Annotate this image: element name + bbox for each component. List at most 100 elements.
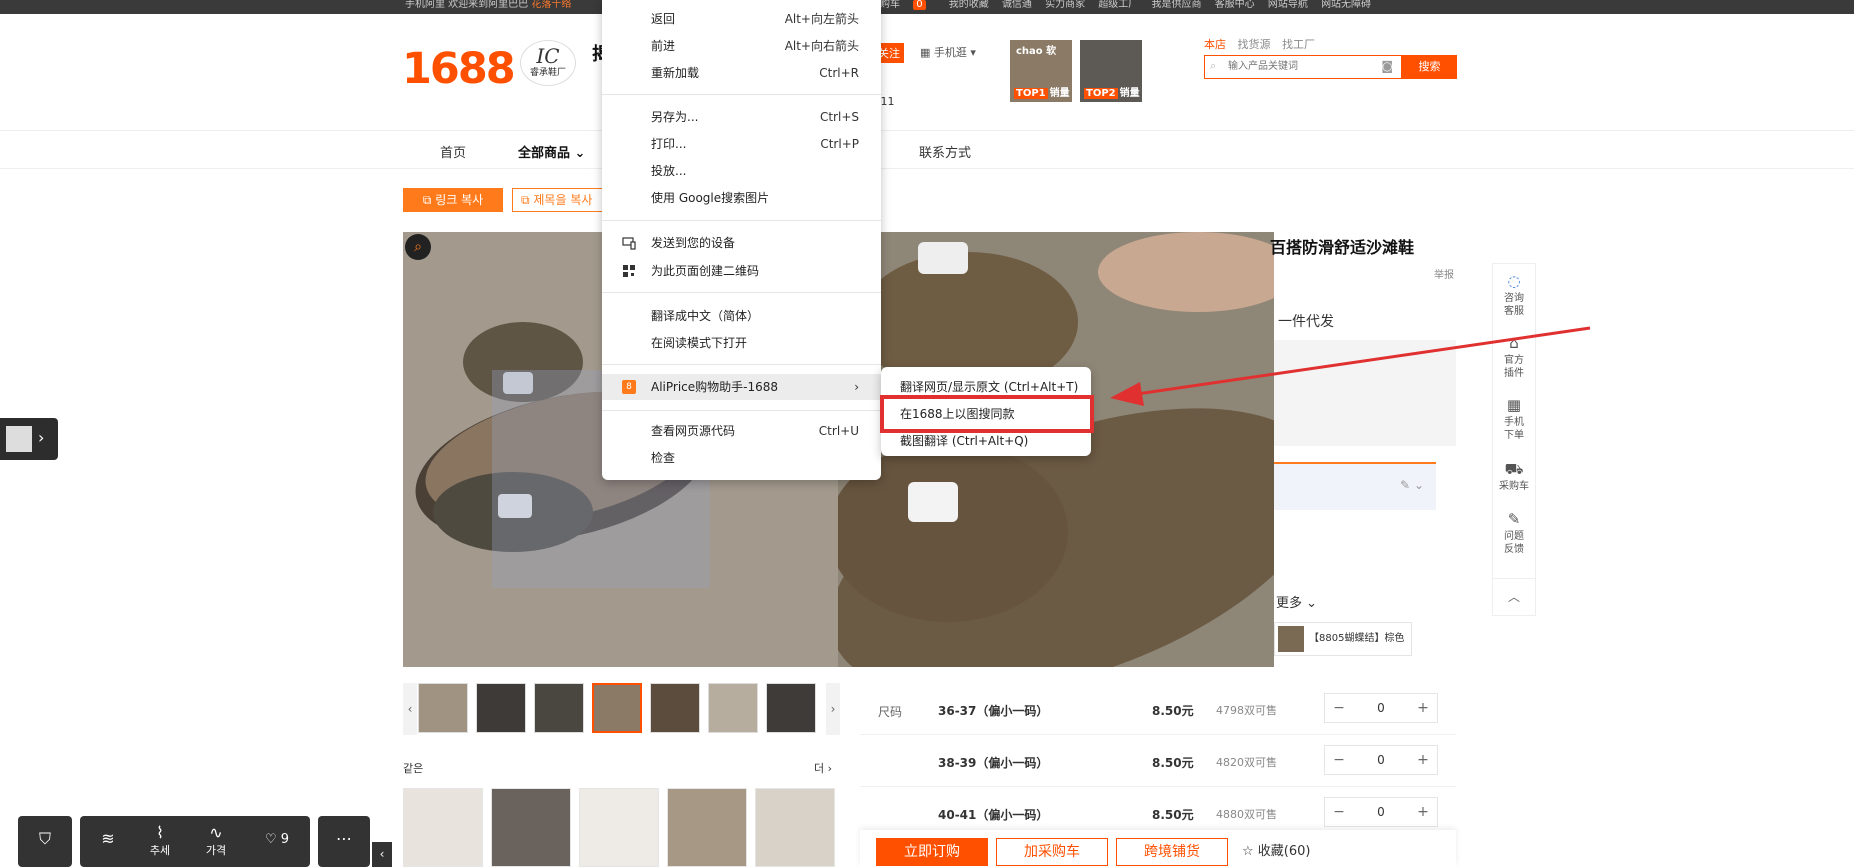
menu-item-reading-mode[interactable]: 在阅读模式下打开 [602, 330, 881, 356]
menu-item-cast[interactable]: 投放... [602, 158, 881, 184]
tool-cart[interactable]: ⛟ 采购车 [1493, 460, 1535, 493]
chevron-right-icon: › [854, 380, 859, 394]
chat-button[interactable]: ⋯ [318, 816, 370, 867]
top-product-2[interactable]: TOP2 销量 [1080, 40, 1142, 102]
layers-button[interactable]: ≋ [90, 830, 126, 848]
menu-item-google-image-search[interactable]: 使用 Google搜索图片 [602, 185, 881, 211]
decrement-button[interactable]: − [1325, 694, 1353, 722]
top-link-factory[interactable]: 超级工厂 [1098, 0, 1138, 10]
buy-now-button[interactable]: 立即订购 [876, 838, 988, 866]
thumbnail[interactable] [650, 683, 700, 733]
top-product-1[interactable]: chao 软 TOP1 销量 [1010, 40, 1072, 102]
search-input[interactable] [1226, 60, 1380, 73]
thumbnail[interactable] [476, 683, 526, 733]
color-option-chip[interactable]: 【8805蝴蝶结】棕色 [1274, 622, 1412, 656]
product-title: 百搭防滑舒适沙滩鞋 [1270, 238, 1415, 257]
menu-item-aliprice[interactable]: 8 AliPrice购物助手-1688 › [602, 374, 881, 400]
site-logo[interactable]: 1688 [402, 44, 516, 94]
increment-button[interactable]: + [1409, 694, 1437, 722]
search-button[interactable]: 搜索 [1402, 55, 1457, 79]
tool-feedback[interactable]: ✎ 问题 反馈 [1493, 510, 1535, 556]
top-bar: 手机阿里 欢迎来到阿里巴巴 花落千络 采购车 0 我的收藏 诚信通 实力商家 超… [0, 0, 1854, 14]
add-to-cart-button[interactable]: 加采购车 [996, 838, 1108, 866]
user-name[interactable]: 花落千络 [531, 0, 571, 10]
layers-icon: ≋ [101, 829, 115, 848]
quantity-input[interactable]: 0 [1353, 694, 1409, 722]
decrement-button[interactable]: − [1325, 798, 1353, 826]
collapse-toolbar-button[interactable]: ‹ [372, 842, 392, 867]
bag-button[interactable]: ⛉ [18, 816, 72, 867]
thumbnail-prev-button[interactable]: ‹ [403, 683, 417, 735]
search-tab-source[interactable]: 找货源 [1238, 38, 1271, 51]
quantity-input[interactable]: 0 [1353, 746, 1409, 774]
qrcode-icon: ▦ [920, 46, 934, 59]
mobile-shop-link[interactable]: ▦ 手机逛 ▾ [920, 44, 976, 60]
menu-item-translate[interactable]: 翻译成中文（简体） [602, 303, 881, 329]
top-badge-1: TOP1 销量 [1014, 88, 1070, 99]
increment-button[interactable]: + [1409, 798, 1437, 826]
report-link[interactable]: 举报 [1434, 266, 1454, 281]
tool-customer-service[interactable]: ◌ 咨询 客服 [1493, 272, 1535, 318]
similar-item[interactable] [667, 788, 747, 867]
cross-border-button[interactable]: 跨境铺货 [1116, 838, 1228, 866]
thumbnail[interactable] [766, 683, 816, 733]
top-link-sitemap[interactable]: 网站导航 [1268, 0, 1308, 10]
nav-divider-bottom [0, 168, 1854, 169]
nav-all-products[interactable]: 全部商品 ⌄ [518, 142, 585, 161]
size-price: 8.50元 [1152, 756, 1194, 770]
menu-item-send-to-device[interactable]: 发送到您的设备 [602, 230, 881, 256]
top-link-merchants[interactable]: 实力商家 [1045, 0, 1085, 10]
increment-button[interactable]: + [1409, 746, 1437, 774]
search-tabs: 本店 找货源 找工厂 [1204, 36, 1323, 52]
trend-button[interactable]: ⌇ 추세 [136, 824, 184, 858]
quantity-input[interactable]: 0 [1353, 798, 1409, 826]
menu-item-create-qr[interactable]: 为此页面创建二维码 [602, 258, 881, 284]
top-link-chengxin[interactable]: 诚信通 [1002, 0, 1032, 10]
menu-item-forward[interactable]: 前进 Alt+向右箭头 [602, 33, 881, 59]
similar-more-link[interactable]: 더 › [814, 760, 832, 776]
top-link-service[interactable]: 客服中心 [1215, 0, 1255, 10]
menu-item-inspect[interactable]: 检查 [602, 445, 881, 471]
welcome-text[interactable]: 手机阿里 欢迎来到阿里巴巴 [405, 0, 528, 10]
copy-title-button[interactable]: ⧉ 제목을 복사 [512, 188, 612, 212]
thumbnail-next-button[interactable]: › [826, 683, 840, 735]
shipping-address-bar[interactable]: ✎ ⌄ [1274, 462, 1436, 510]
chevron-right-icon: › [38, 428, 45, 447]
favorite-button[interactable]: ☆ 收藏(60) [1242, 838, 1310, 866]
top-link-favorites[interactable]: 我的收藏 [949, 0, 989, 10]
menu-item-back[interactable]: 返回 Alt+向左箭头 [602, 6, 881, 32]
similar-item[interactable] [755, 788, 835, 867]
left-floating-widget[interactable]: › [0, 418, 58, 460]
menu-item-save-as[interactable]: 另存为... Ctrl+S [602, 104, 881, 130]
likes-button[interactable]: ♡ 9 [252, 832, 302, 847]
nav-home[interactable]: 首页 [440, 142, 466, 161]
magnify-icon[interactable]: ⌕ [405, 234, 431, 260]
thumbnail[interactable] [534, 683, 584, 733]
context-menu: 返回 Alt+向左箭头 前进 Alt+向右箭头 重新加载 Ctrl+R 另存为... C… [602, 0, 881, 480]
menu-item-print[interactable]: 打印... Ctrl+P [602, 131, 881, 157]
search-tab-store[interactable]: 本店 [1204, 38, 1226, 51]
top-link-supplier[interactable]: 我是供应商 [1152, 0, 1202, 10]
shop-logo[interactable]: IC 睿承鞋厂 [520, 40, 576, 86]
thumbnail-selected[interactable] [592, 683, 642, 733]
price-button[interactable]: ∿ 가격 [192, 824, 240, 858]
menu-item-view-source[interactable]: 查看网页源代码 Ctrl+U [602, 418, 881, 444]
copy-link-button[interactable]: ⧉ 링크 복사 [403, 188, 503, 212]
size-stock: 4880双可售 [1216, 808, 1277, 821]
more-options-link[interactable]: 更多 ⌄ [1276, 592, 1317, 611]
decrement-button[interactable]: − [1325, 746, 1353, 774]
top-link-accessibility[interactable]: 网站无障碍 [1321, 0, 1371, 10]
thumbnail[interactable] [708, 683, 758, 733]
back-to-top-button[interactable]: ︿ [1492, 578, 1536, 616]
camera-icon[interactable]: ◙ [1381, 59, 1393, 73]
menu-item-reload[interactable]: 重新加载 Ctrl+R [602, 60, 881, 86]
chevron-down-icon[interactable]: ⌄ [1414, 478, 1424, 492]
search-tab-factory[interactable]: 找工厂 [1282, 38, 1315, 51]
edit-icon[interactable]: ✎ [1400, 478, 1410, 492]
similar-item[interactable] [491, 788, 571, 867]
size-price: 8.50元 [1152, 704, 1194, 718]
similar-item[interactable] [579, 788, 659, 867]
nav-contact[interactable]: 联系方式 [919, 142, 971, 161]
thumbnail[interactable] [418, 683, 468, 733]
similar-item[interactable] [403, 788, 483, 867]
